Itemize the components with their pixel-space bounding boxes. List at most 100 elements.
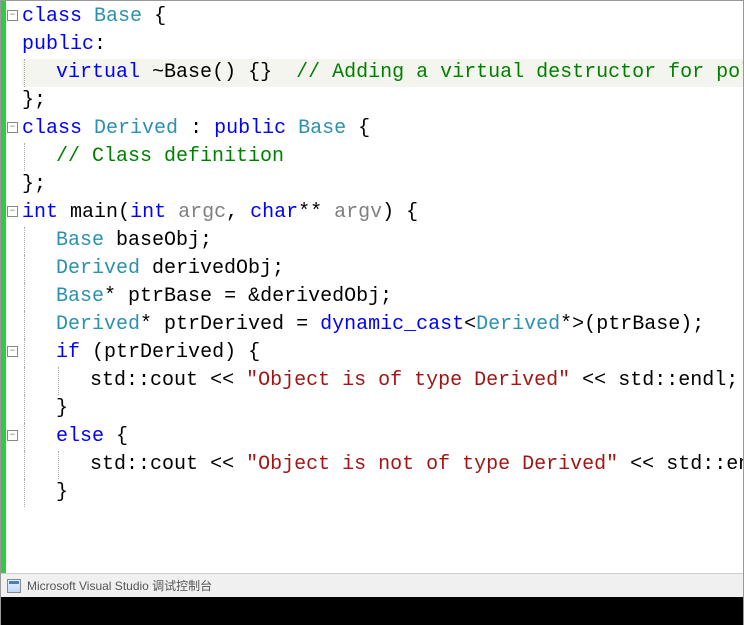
token-ident: ptrDerived — [164, 313, 284, 336]
token-punct: < — [464, 313, 476, 336]
token-ident: std — [90, 369, 126, 392]
code-line[interactable]: if (ptrDerived) { — [22, 339, 743, 367]
indent-guide — [24, 423, 25, 451]
token-punct: () {} — [212, 61, 296, 84]
code-line[interactable]: Base baseObj; — [22, 227, 743, 255]
token-ident: endl — [678, 369, 726, 392]
token-type: Base — [298, 117, 346, 140]
token-punct: { — [116, 425, 128, 448]
code-line[interactable]: }; — [22, 171, 743, 199]
token-punct: :: — [126, 369, 150, 392]
code-line[interactable]: } — [22, 395, 743, 423]
code-line[interactable]: Derived* ptrDerived = dynamic_cast<Deriv… — [22, 311, 743, 339]
code-line[interactable]: class Derived : public Base { — [22, 115, 743, 143]
token-kw: int — [130, 201, 166, 224]
token-op: << — [582, 369, 606, 392]
token-punct: ); — [680, 313, 704, 336]
token-param: argc — [178, 201, 226, 224]
token-op: << — [210, 453, 234, 476]
token-ident: Base — [164, 61, 212, 84]
token-punct: ; — [380, 285, 392, 308]
token-func: main — [70, 201, 118, 224]
token-punct: }; — [22, 173, 46, 196]
token-op: = — [224, 285, 236, 308]
indent-guide — [24, 227, 25, 255]
code-text-area[interactable]: class Base {public:virtual ~Base() {} //… — [20, 1, 743, 573]
token-kw: if — [56, 341, 80, 364]
token-punct: ~ — [152, 61, 164, 84]
code-line[interactable]: Base* ptrBase = &derivedObj; — [22, 283, 743, 311]
token-type: Base — [94, 5, 142, 28]
token-op: << — [210, 369, 234, 392]
code-line[interactable]: }; — [22, 87, 743, 115]
token-punct: :: — [702, 453, 726, 476]
indent-guide — [58, 451, 59, 479]
token-kw: public — [22, 33, 94, 56]
fold-toggle-icon[interactable]: − — [7, 346, 18, 357]
token-ident: ptrBase — [596, 313, 680, 336]
console-title-text: Microsoft Visual Studio 调试控制台 — [27, 577, 212, 594]
token-kw: class — [22, 5, 82, 28]
token-ident: cout — [150, 369, 198, 392]
token-punct: , — [226, 201, 250, 224]
code-line[interactable]: std::cout << "Object is of type Derived"… — [22, 367, 743, 395]
code-line[interactable]: } — [22, 479, 743, 507]
token-type: Base — [56, 229, 104, 252]
token-str: "Object is of type Derived" — [246, 369, 570, 392]
console-output[interactable]: Object is of type Derived object name: c… — [1, 597, 743, 625]
code-line[interactable]: Derived derivedObj; — [22, 255, 743, 283]
console-title-bar: Microsoft Visual Studio 调试控制台 — [1, 573, 743, 597]
token-punct: ( — [92, 341, 104, 364]
token-ident: cout — [150, 453, 198, 476]
token-punct: : — [190, 117, 214, 140]
code-line[interactable]: public: — [22, 31, 743, 59]
token-comment: // Class definition — [56, 145, 284, 168]
token-ident: std — [90, 453, 126, 476]
token-ident: derivedObj — [152, 257, 272, 280]
token-punct: ; — [726, 369, 738, 392]
token-punct: *>( — [560, 313, 596, 336]
token-punct: { — [154, 5, 166, 28]
token-kw: public — [214, 117, 286, 140]
indent-guide — [24, 255, 25, 283]
code-line[interactable]: std::cout << "Object is not of type Deri… — [22, 451, 743, 479]
code-line[interactable]: // Class definition — [22, 143, 743, 171]
fold-toggle-icon[interactable]: − — [7, 206, 18, 217]
indent-guide — [24, 143, 25, 171]
code-line[interactable]: class Base { — [22, 3, 743, 31]
indent-guide — [24, 479, 25, 507]
fold-toggle-icon[interactable]: − — [7, 122, 18, 133]
token-ident: ptrBase — [128, 285, 212, 308]
indent-guide — [24, 311, 25, 339]
fold-toggle-icon[interactable]: − — [7, 10, 18, 21]
code-line[interactable]: virtual ~Base() {} // Adding a virtual d… — [22, 59, 743, 87]
token-punct: * — [140, 313, 164, 336]
token-punct: { — [358, 117, 370, 140]
token-punct: ) { — [224, 341, 260, 364]
token-punct: }; — [22, 89, 46, 112]
indent-guide — [24, 451, 25, 479]
token-op: = — [296, 313, 308, 336]
token-kw: else — [56, 425, 104, 448]
code-line[interactable]: int main(int argc, char** argv) { — [22, 199, 743, 227]
token-kw: class — [22, 117, 82, 140]
token-op: & — [248, 285, 260, 308]
token-punct: } — [56, 481, 68, 504]
code-editor[interactable]: −−−−− class Base {public:virtual ~Base()… — [1, 1, 743, 573]
token-punct: :: — [126, 453, 150, 476]
token-type: Derived — [476, 313, 560, 336]
console-window-icon — [7, 579, 21, 593]
token-ident: std — [618, 369, 654, 392]
token-ident: endl — [726, 453, 743, 476]
code-line[interactable]: else { — [22, 423, 743, 451]
fold-toggle-icon[interactable]: − — [7, 430, 18, 441]
token-type: Derived — [56, 257, 140, 280]
indent-guide — [24, 59, 25, 87]
token-ident: ptrDerived — [104, 341, 224, 364]
token-kw: char — [250, 201, 298, 224]
indent-guide — [58, 367, 59, 395]
token-ident: baseObj — [116, 229, 200, 252]
token-type: Base — [56, 285, 104, 308]
token-kw: int — [22, 201, 58, 224]
token-punct: * — [104, 285, 128, 308]
